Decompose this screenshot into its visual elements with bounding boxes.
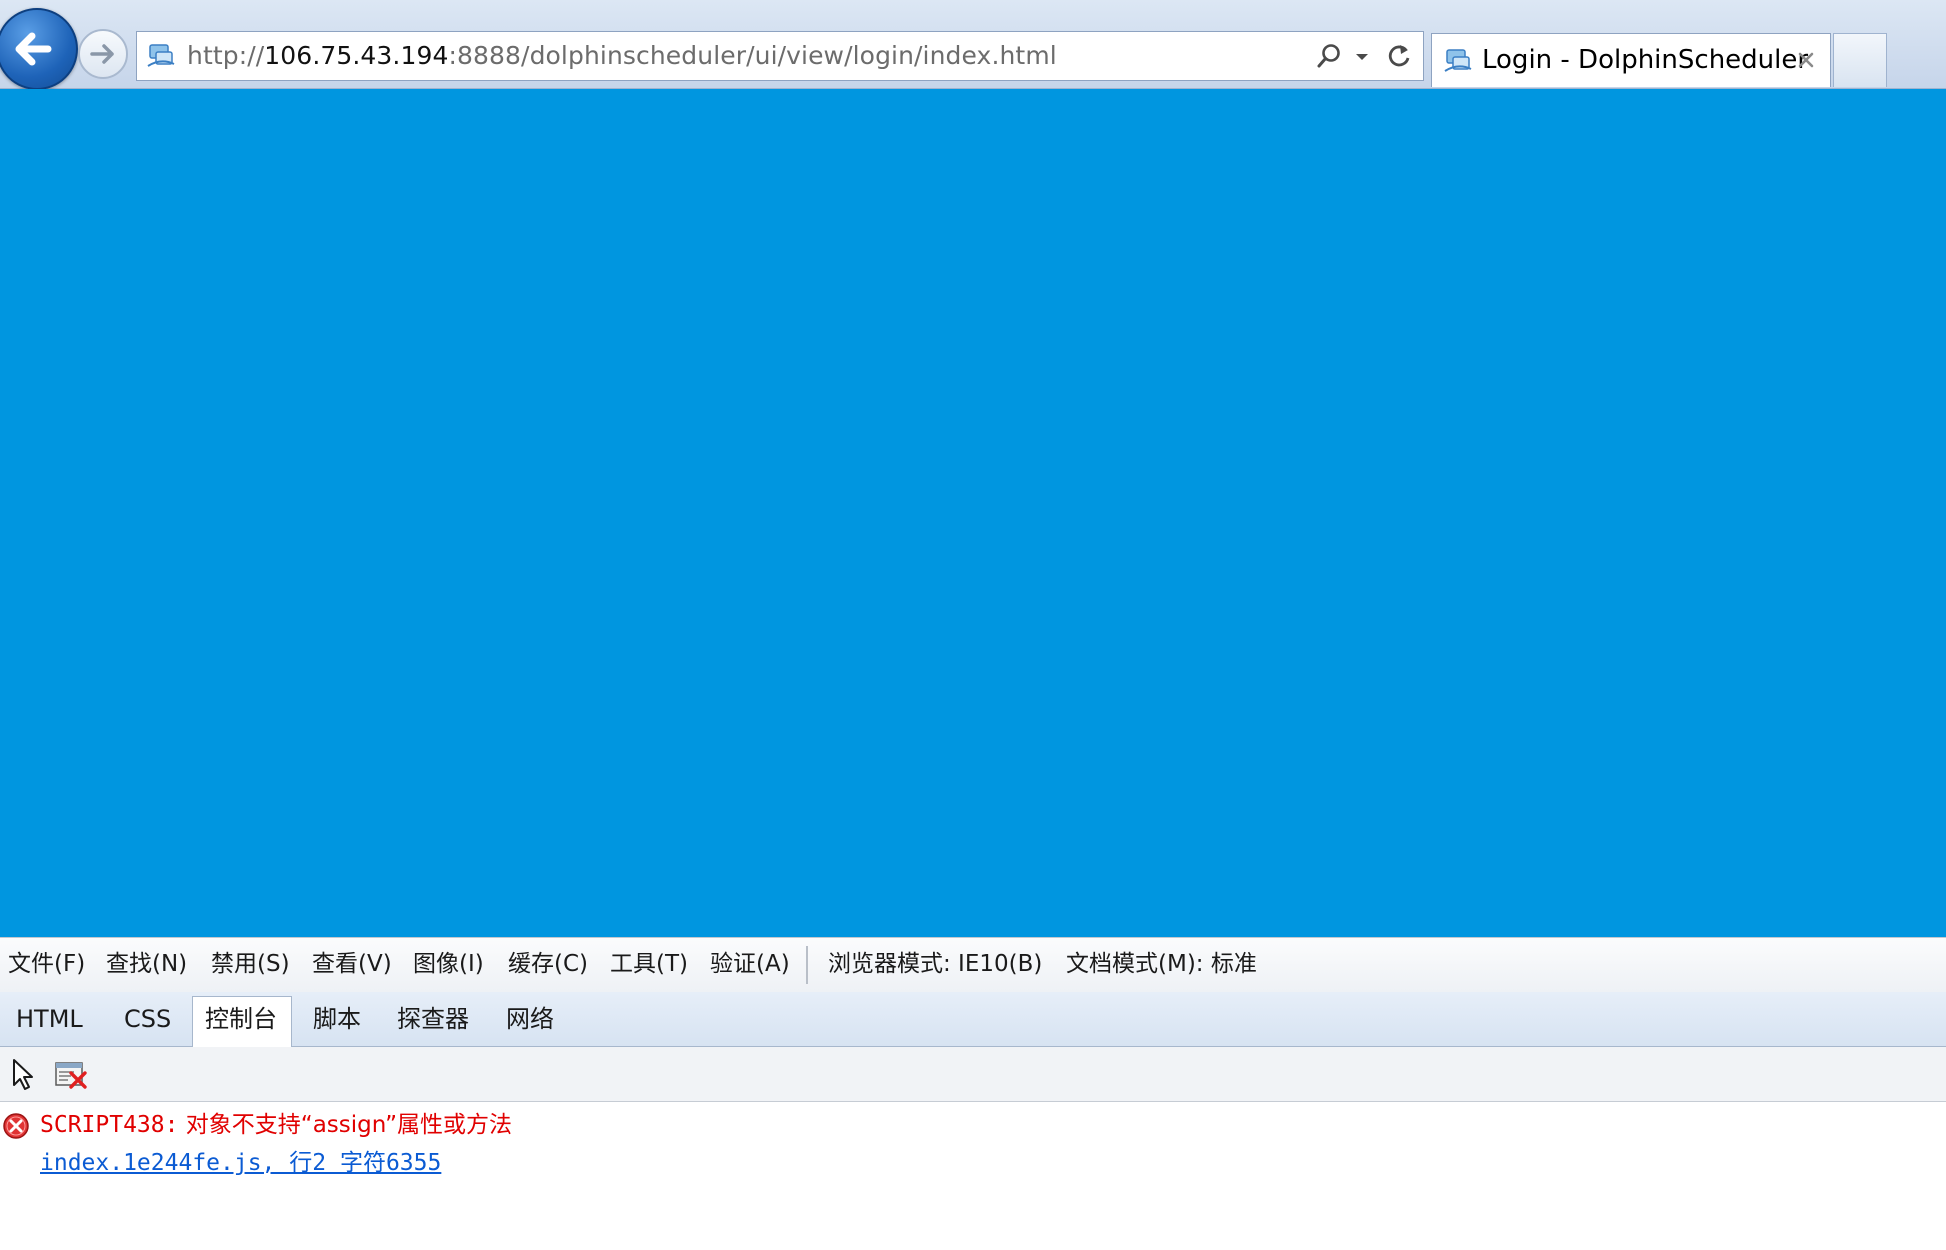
back-button[interactable] — [0, 8, 78, 90]
tab-network[interactable]: 网络 — [506, 1004, 554, 1034]
ie-page-icon — [147, 44, 175, 67]
console-output: SCRIPT438: 对象不支持“assign”属性或方法 index.1e24… — [0, 1102, 1946, 1250]
tab-script[interactable]: 脚本 — [313, 1004, 361, 1034]
menu-tools[interactable]: 工具(T) — [610, 949, 688, 979]
error-code: SCRIPT438: — [40, 1112, 179, 1138]
url-path: :8888/dolphinscheduler/ui/view/login/ind… — [448, 41, 1057, 70]
error-text: 对象不支持“assign”属性或方法 — [185, 1112, 512, 1138]
error-icon — [3, 1113, 29, 1139]
url-text[interactable]: http://106.75.43.194:8888/dolphinschedul… — [187, 41, 1057, 71]
address-bar[interactable]: http://106.75.43.194:8888/dolphinschedul… — [136, 31, 1424, 81]
tab-console[interactable]: 控制台 — [205, 1004, 277, 1034]
menu-disable[interactable]: 禁用(S) — [211, 949, 290, 979]
tab-title: Login - DolphinScheduler — [1482, 45, 1809, 75]
url-host: 106.75.43.194 — [264, 41, 449, 70]
chevron-down-icon[interactable] — [1353, 42, 1371, 70]
url-scheme: http:// — [187, 41, 265, 70]
menu-validate[interactable]: 验证(A) — [710, 949, 790, 979]
menu-document-mode[interactable]: 文档模式(M): 标准 — [1066, 949, 1257, 979]
back-arrow-icon — [15, 32, 52, 66]
devtools-tabstrip: HTML CSS 控制台 脚本 探查器 网络 — [0, 992, 1946, 1049]
forward-button[interactable] — [78, 29, 128, 79]
refresh-icon[interactable] — [1385, 41, 1413, 71]
page-viewport — [0, 89, 1946, 937]
console-error-message: SCRIPT438: 对象不支持“assign”属性或方法 — [40, 1110, 512, 1140]
devtools-menubar: 文件(F) 查找(N) 禁用(S) 查看(V) 图像(I) 缓存(C) 工具(T… — [0, 937, 1946, 993]
menu-images[interactable]: 图像(I) — [413, 949, 484, 979]
tab-profiler[interactable]: 探查器 — [397, 1004, 469, 1034]
tab-html[interactable]: HTML — [16, 1004, 83, 1034]
error-source-link[interactable]: index.1e244fe.js, 行2 字符6355 — [40, 1148, 441, 1178]
tab-login[interactable]: Login - DolphinScheduler — [1431, 33, 1831, 87]
tab-css[interactable]: CSS — [124, 1004, 171, 1034]
search-icon[interactable] — [1315, 42, 1343, 70]
new-tab-button[interactable] — [1833, 33, 1887, 87]
developer-tools-panel: 文件(F) 查找(N) 禁用(S) 查看(V) 图像(I) 缓存(C) 工具(T… — [0, 937, 1946, 1250]
menu-divider — [806, 946, 808, 984]
browser-toolbar: http://106.75.43.194:8888/dolphinschedul… — [0, 0, 1946, 90]
close-icon[interactable] — [1794, 48, 1818, 72]
clear-console-icon[interactable] — [54, 1060, 90, 1090]
forward-arrow-icon — [90, 44, 114, 64]
select-element-icon[interactable] — [8, 1057, 38, 1093]
menu-browser-mode[interactable]: 浏览器模式: IE10(B) — [828, 949, 1042, 979]
console-toolbar — [0, 1047, 1946, 1102]
menu-cache[interactable]: 缓存(C) — [508, 949, 588, 979]
menu-view[interactable]: 查看(V) — [312, 949, 392, 979]
menu-find[interactable]: 查找(N) — [106, 949, 187, 979]
ie-page-icon — [1444, 49, 1472, 72]
menu-file[interactable]: 文件(F) — [8, 949, 85, 979]
